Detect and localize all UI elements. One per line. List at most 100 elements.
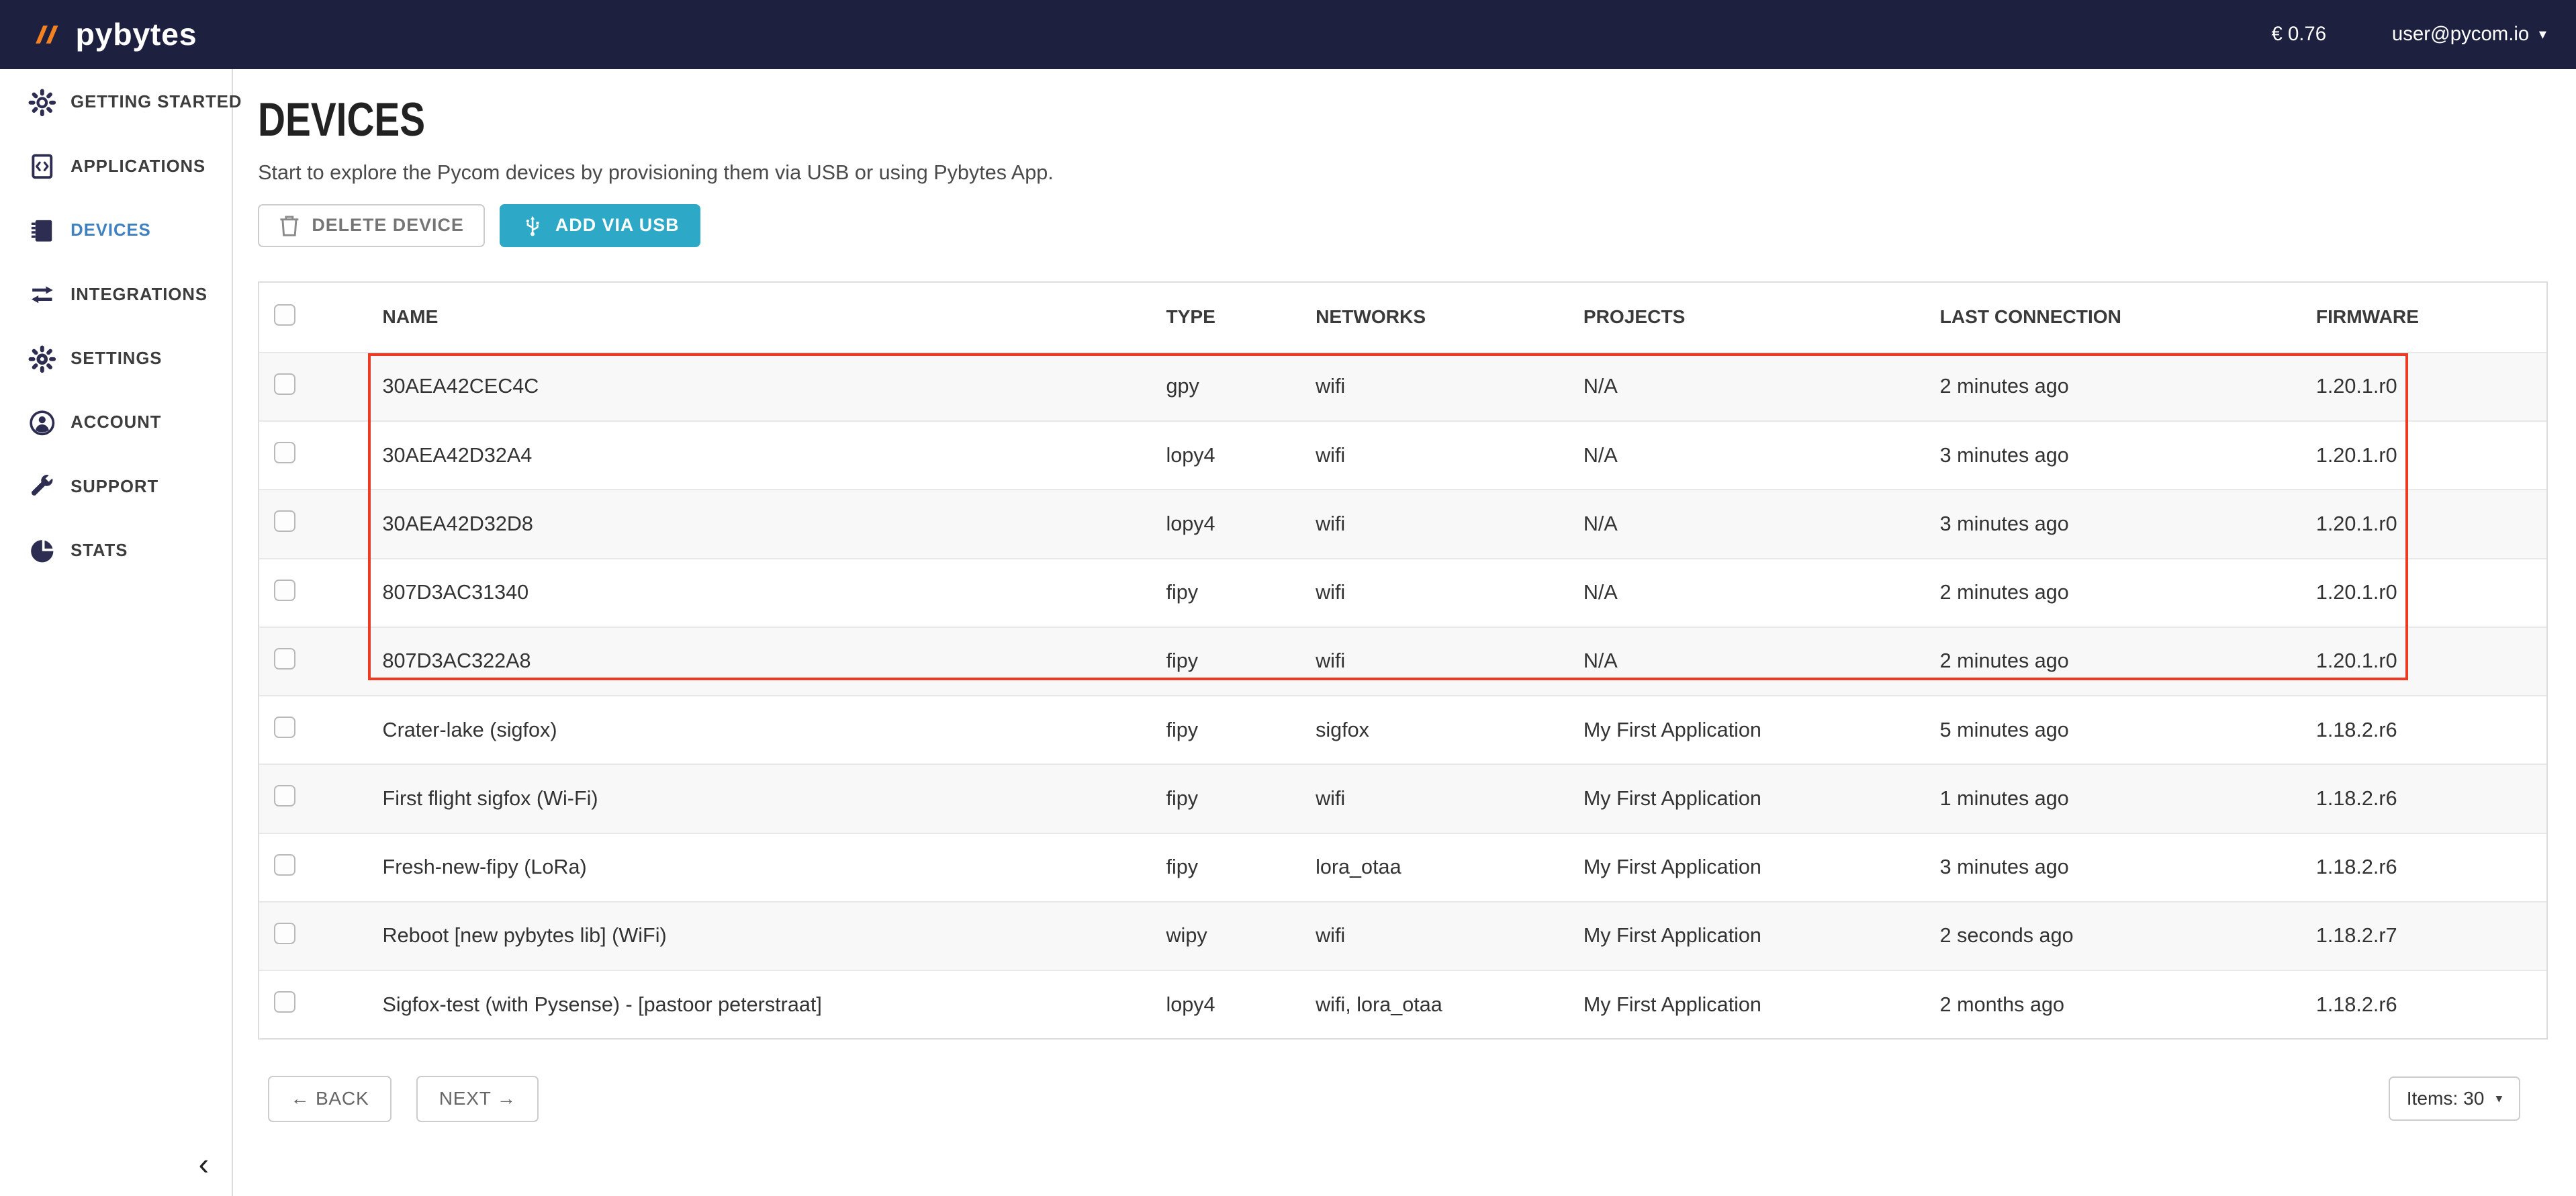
caret-down-icon: ▾ bbox=[2495, 1093, 2502, 1106]
cell-type: fipy bbox=[1166, 787, 1316, 811]
caret-down-icon: ▾ bbox=[2539, 27, 2546, 42]
cell-projects: My First Application bbox=[1583, 856, 1940, 879]
cell-last-connection: 2 minutes ago bbox=[1940, 581, 2316, 604]
cell-name: Reboot [new pybytes lib] (WiFi) bbox=[383, 924, 1166, 948]
row-checkbox[interactable] bbox=[274, 923, 295, 944]
cell-last-connection: 5 minutes ago bbox=[1940, 719, 2316, 742]
devices-icon bbox=[28, 217, 56, 245]
cell-type: fipy bbox=[1166, 719, 1316, 742]
sidebar-item-label: INTEGRATIONS bbox=[71, 285, 208, 305]
user-menu[interactable]: user@pycom.io ▾ bbox=[2392, 23, 2546, 46]
column-header-type: TYPE bbox=[1166, 306, 1316, 328]
delete-device-button[interactable]: DELETE DEVICE bbox=[258, 204, 485, 247]
cell-name: 30AEA42D32D8 bbox=[383, 512, 1166, 536]
sidebar-item-label: SUPPORT bbox=[71, 477, 158, 497]
toolbar: DELETE DEVICE ADD V bbox=[258, 204, 2550, 247]
items-per-page-select[interactable]: Items: 30 ▾ bbox=[2389, 1076, 2520, 1121]
cell-last-connection: 2 months ago bbox=[1940, 993, 2316, 1017]
sidebar-collapse-button[interactable]: ‹ bbox=[199, 1148, 209, 1179]
row-checkbox[interactable] bbox=[274, 510, 295, 532]
sidebar-item-label: DEVICES bbox=[71, 221, 151, 240]
sidebar-item-devices[interactable]: DEVICES bbox=[0, 199, 232, 263]
sidebar-item-getting-started[interactable]: GETTING STARTED bbox=[0, 71, 232, 134]
cell-name: Fresh-new-fipy (LoRa) bbox=[383, 856, 1166, 879]
cell-firmware: 1.20.1.r0 bbox=[2316, 512, 2549, 536]
table-row[interactable]: 807D3AC31340 fipy wifi N/A 2 minutes ago… bbox=[259, 558, 2546, 627]
pagination: ← BACK NEXT → bbox=[268, 1076, 539, 1121]
table-row[interactable]: Sigfox-test (with Pysense) - [pastoor pe… bbox=[259, 970, 2546, 1038]
usb-icon bbox=[521, 214, 544, 238]
row-checkbox[interactable] bbox=[274, 580, 295, 601]
cell-firmware: 1.18.2.r6 bbox=[2316, 719, 2549, 742]
sidebar-item-support[interactable]: SUPPORT bbox=[0, 455, 232, 519]
table-row[interactable]: 30AEA42D32A4 lopy4 wifi N/A 3 minutes ag… bbox=[259, 420, 2546, 489]
topbar: pybytes € 0.76 user@pycom.io ▾ bbox=[0, 0, 2576, 69]
integrations-icon bbox=[28, 281, 56, 309]
cell-projects: My First Application bbox=[1583, 787, 1940, 811]
sidebar-item-stats[interactable]: STATS bbox=[0, 519, 232, 583]
row-checkbox[interactable] bbox=[274, 442, 295, 463]
cell-firmware: 1.20.1.r0 bbox=[2316, 375, 2549, 398]
cell-type: fipy bbox=[1166, 581, 1316, 604]
page-subtitle: Start to explore the Pycom devices by pr… bbox=[258, 161, 2550, 185]
cell-firmware: 1.20.1.r0 bbox=[2316, 444, 2549, 467]
table-row[interactable]: Fresh-new-fipy (LoRa) fipy lora_otaa My … bbox=[259, 833, 2546, 901]
sidebar-item-account[interactable]: ACCOUNT bbox=[0, 391, 232, 455]
cell-networks: lora_otaa bbox=[1316, 856, 1583, 879]
cell-type: fipy bbox=[1166, 856, 1316, 879]
logo-text: pybytes bbox=[76, 16, 197, 52]
trash-icon bbox=[279, 214, 300, 237]
row-checkbox[interactable] bbox=[274, 373, 295, 395]
row-checkbox[interactable] bbox=[274, 717, 295, 738]
cell-last-connection: 2 seconds ago bbox=[1940, 924, 2316, 948]
cell-last-connection: 2 minutes ago bbox=[1940, 649, 2316, 673]
table-row[interactable]: 30AEA42CEC4C gpy wifi N/A 2 minutes ago … bbox=[259, 352, 2546, 420]
sidebar-item-label: ACCOUNT bbox=[71, 413, 161, 432]
column-header-networks: NETWORKS bbox=[1316, 306, 1583, 328]
settings-icon bbox=[28, 345, 56, 373]
cell-projects: N/A bbox=[1583, 375, 1940, 398]
table-row[interactable]: First flight sigfox (Wi-Fi) fipy wifi My… bbox=[259, 764, 2546, 832]
cell-type: gpy bbox=[1166, 375, 1316, 398]
cell-projects: N/A bbox=[1583, 649, 1940, 673]
table-footer: ← BACK NEXT → Items: 30 ▾ bbox=[258, 1076, 2548, 1121]
logo[interactable]: pybytes bbox=[30, 16, 197, 52]
row-checkbox[interactable] bbox=[274, 991, 295, 1013]
cell-projects: My First Application bbox=[1583, 719, 1940, 742]
table-row[interactable]: Crater-lake (sigfox) fipy sigfox My Firs… bbox=[259, 695, 2546, 764]
cell-last-connection: 3 minutes ago bbox=[1940, 856, 2316, 879]
cell-firmware: 1.18.2.r6 bbox=[2316, 993, 2549, 1017]
main-content: DEVICES Start to explore the Pycom devic… bbox=[233, 69, 2576, 1196]
cell-type: lopy4 bbox=[1166, 444, 1316, 467]
applications-icon bbox=[28, 152, 56, 181]
row-checkbox[interactable] bbox=[274, 648, 295, 670]
table-row[interactable]: 30AEA42D32D8 lopy4 wifi N/A 3 minutes ag… bbox=[259, 489, 2546, 557]
cell-name: 807D3AC322A8 bbox=[383, 649, 1166, 673]
row-checkbox[interactable] bbox=[274, 785, 295, 807]
sidebar: GETTING STARTED APPLICATIONS DEVICES INT… bbox=[0, 69, 233, 1196]
sidebar-item-integrations[interactable]: INTEGRATIONS bbox=[0, 263, 232, 326]
row-checkbox[interactable] bbox=[274, 854, 295, 876]
cell-name: 30AEA42CEC4C bbox=[383, 375, 1166, 398]
account-icon bbox=[28, 409, 56, 437]
cell-networks: wifi bbox=[1316, 787, 1583, 811]
balance: € 0.76 bbox=[2271, 23, 2326, 46]
select-all-checkbox[interactable] bbox=[274, 304, 295, 326]
table-row[interactable]: 807D3AC322A8 fipy wifi N/A 2 minutes ago… bbox=[259, 627, 2546, 695]
cell-firmware: 1.20.1.r0 bbox=[2316, 581, 2549, 604]
page-title: DEVICES bbox=[258, 97, 2091, 144]
cell-firmware: 1.18.2.r6 bbox=[2316, 856, 2549, 879]
devices-table: NAME TYPE NETWORKS PROJECTS LAST CONNECT… bbox=[258, 281, 2548, 1040]
sidebar-item-label: APPLICATIONS bbox=[71, 157, 205, 177]
sidebar-item-label: GETTING STARTED bbox=[71, 93, 242, 112]
table-row[interactable]: Reboot [new pybytes lib] (WiFi) wipy wif… bbox=[259, 901, 2546, 970]
sidebar-item-settings[interactable]: SETTINGS bbox=[0, 327, 232, 391]
back-button[interactable]: ← BACK bbox=[268, 1076, 392, 1121]
cell-networks: sigfox bbox=[1316, 719, 1583, 742]
add-via-usb-button[interactable]: ADD VIA USB bbox=[500, 204, 700, 247]
stats-icon bbox=[28, 537, 56, 565]
sidebar-item-applications[interactable]: APPLICATIONS bbox=[0, 135, 232, 199]
cell-last-connection: 3 minutes ago bbox=[1940, 512, 2316, 536]
next-button[interactable]: NEXT → bbox=[416, 1076, 539, 1121]
support-icon bbox=[28, 473, 56, 502]
